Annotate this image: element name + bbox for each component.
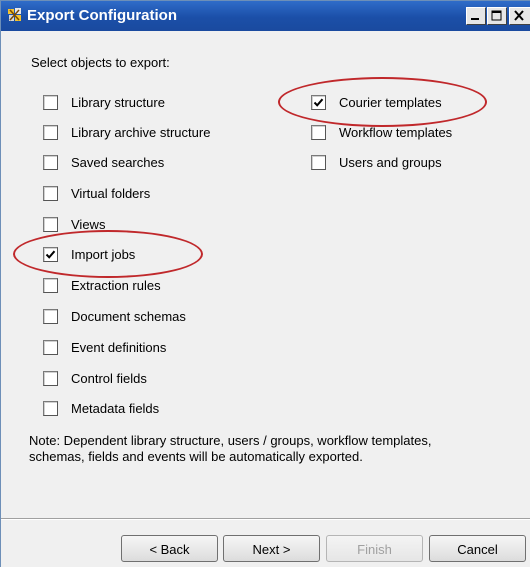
option-label: Event definitions — [71, 340, 167, 355]
checkbox[interactable] — [43, 401, 58, 416]
check-icon — [45, 250, 56, 259]
checkbox[interactable] — [43, 95, 58, 110]
option-label: Courier templates — [339, 95, 442, 110]
minimize-button[interactable] — [466, 7, 486, 25]
select-objects-label: Select objects to export: — [31, 55, 170, 70]
minimize-icon — [471, 18, 479, 20]
checkbox[interactable] — [43, 278, 58, 293]
app-icon — [8, 8, 21, 21]
checkbox[interactable] — [43, 309, 58, 324]
next-button[interactable]: Next > — [223, 535, 320, 562]
checkbox[interactable] — [43, 155, 58, 170]
option-label: Views — [71, 217, 106, 232]
finish-button[interactable]: Finish — [326, 535, 423, 562]
maximize-button[interactable] — [487, 7, 507, 25]
checkbox[interactable] — [43, 186, 58, 201]
title-bar[interactable]: Export Configuration — [1, 1, 530, 31]
option-label: Saved searches — [71, 155, 165, 170]
check-icon — [313, 98, 324, 107]
window-title: Export Configuration — [27, 7, 177, 24]
checkbox[interactable] — [311, 125, 326, 140]
back-button[interactable]: < Back — [121, 535, 218, 562]
divider — [1, 518, 530, 520]
checkbox[interactable] — [311, 155, 326, 170]
maximize-icon — [491, 10, 502, 21]
option-label: Users and groups — [339, 155, 442, 170]
checkbox-checked[interactable] — [43, 247, 58, 262]
option-label: Metadata fields — [71, 401, 160, 416]
note-line-2: schemas, fields and events will be autom… — [29, 449, 363, 464]
option-label: Extraction rules — [71, 278, 161, 293]
checkbox[interactable] — [43, 217, 58, 232]
checkbox[interactable] — [43, 340, 58, 355]
option-label: Import jobs — [71, 247, 136, 262]
option-label: Control fields — [71, 371, 147, 386]
checkbox[interactable] — [43, 125, 58, 140]
export-configuration-dialog: Export Configuration Select objects to e… — [0, 0, 530, 567]
option-label: Document schemas — [71, 309, 186, 324]
checkbox-checked[interactable] — [311, 95, 326, 110]
checkbox[interactable] — [43, 371, 58, 386]
close-button[interactable] — [509, 7, 530, 25]
dependency-note: Note: Dependent library structure, users… — [29, 433, 431, 465]
option-label: Workflow templates — [339, 125, 453, 140]
cancel-button[interactable]: Cancel — [429, 535, 526, 562]
option-label: Library structure — [71, 95, 165, 110]
option-label: Library archive structure — [71, 125, 211, 140]
note-line-1: Note: Dependent library structure, users… — [29, 433, 432, 448]
close-icon — [514, 10, 524, 21]
option-label: Virtual folders — [71, 186, 151, 201]
